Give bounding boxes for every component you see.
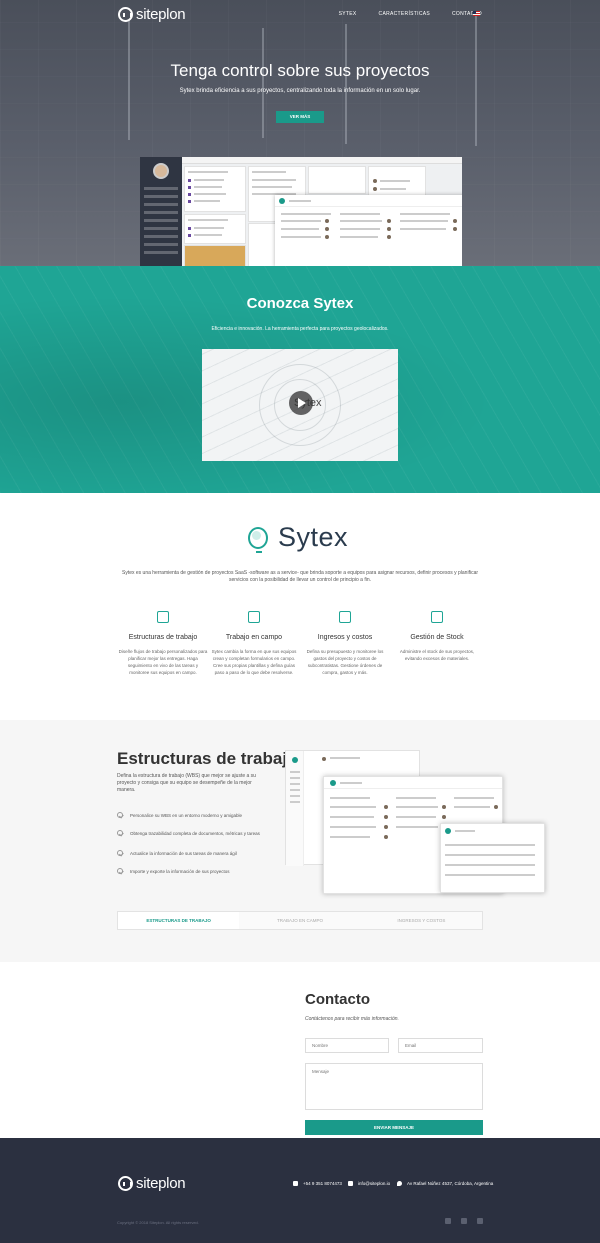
message-field[interactable]: [305, 1063, 483, 1110]
estructuras-section: Estructuras de trabajo Defina la estruct…: [0, 720, 600, 962]
nav-links: Sytex Características Contacto: [339, 11, 482, 17]
location-pin-icon: [397, 1181, 402, 1186]
estructuras-tabs: Estructuras de trabajo Trabajo en campo …: [117, 911, 483, 930]
estructuras-screenshot: [285, 748, 545, 894]
linkedin-icon[interactable]: [461, 1218, 467, 1224]
footer: siteplon +54 9 351 8074473 info@siteplon…: [0, 1138, 600, 1243]
tab-trabajo-campo[interactable]: Trabajo en campo: [239, 912, 361, 929]
conozca-title: Conozca Sytex: [246, 295, 354, 312]
conozca-subtitle: Eficiencia e innovación. La herramienta …: [211, 326, 389, 332]
money-icon: [339, 611, 351, 623]
bullet-item: Actualice la información de sus tareas d…: [117, 850, 237, 856]
send-message-button[interactable]: Enviar mensaje: [305, 1120, 483, 1135]
feature-ingresos-costos: Ingresos y costos Defina su presupuesto …: [300, 611, 390, 676]
nav-link-caracteristicas[interactable]: Características: [379, 11, 430, 17]
estructuras-title: Estructuras de trabajo: [117, 749, 298, 768]
footer-logo[interactable]: siteplon: [118, 1175, 186, 1192]
name-field[interactable]: [305, 1038, 389, 1053]
check-circle-icon: [117, 812, 123, 818]
sytex-brand: Sytex: [248, 522, 348, 553]
cart-icon: [431, 611, 443, 623]
phone-icon: [293, 1181, 298, 1186]
app-sidebar: [140, 157, 182, 266]
estructuras-description: Defina la estructura de trabajo (WBS) qu…: [117, 773, 256, 793]
play-icon[interactable]: [289, 391, 313, 415]
about-description: Sytex es una herramienta de gestión de p…: [121, 570, 479, 583]
conozca-section: Conozca Sytex Eficiencia e innovación. L…: [0, 266, 600, 493]
feature-trabajo-campo: Trabajo en campo Sytex cambia la forma e…: [209, 611, 299, 676]
ver-mas-button[interactable]: Ver más: [276, 111, 324, 123]
hero-subtitle: Sytex brinda eficiencia a sus proyectos,…: [179, 88, 421, 94]
tower-silhouette: [262, 28, 264, 138]
feature-stock: Gestión de Stock Administre el stock de …: [392, 611, 482, 662]
copyright: Copyright © 2018 Siteplon. All rights re…: [117, 1220, 199, 1225]
check-circle-icon: [117, 868, 123, 874]
language-flag-icon[interactable]: [473, 11, 480, 16]
twitter-icon[interactable]: [445, 1218, 451, 1224]
hero-title: Tenga control sobre sus proyectos: [170, 61, 430, 80]
task-modal: [275, 195, 462, 266]
tab-ingresos-costos[interactable]: Ingresos y costos: [360, 912, 482, 929]
bullet-item: Importe y exporte la información de sus …: [117, 868, 230, 874]
contact-subtitle: Contáctenos para recibir más información…: [305, 1016, 399, 1022]
contact-title: Contacto: [305, 991, 370, 1008]
footer-phone[interactable]: +54 9 351 8074473: [293, 1181, 342, 1186]
siteplon-logo-icon: [118, 7, 133, 22]
footer-email[interactable]: info@siteplon.io: [348, 1181, 390, 1186]
check-circle-icon: [117, 850, 123, 856]
app-screenshot: [140, 157, 462, 266]
nav-link-sytex[interactable]: Sytex: [339, 11, 357, 17]
bullet-item: Obtenga trazabilidad completa de documen…: [117, 830, 260, 836]
email-field[interactable]: [398, 1038, 483, 1053]
camera-icon: [248, 611, 260, 623]
tower-silhouette: [345, 24, 347, 144]
feature-estructuras: Estructuras de trabajo Diseñe flujos de …: [118, 611, 208, 676]
tab-estructuras[interactable]: Estructuras de trabajo: [118, 912, 240, 929]
mail-icon: [348, 1181, 353, 1186]
avatar: [153, 163, 169, 179]
hero-section: siteplon Sytex Características Contacto …: [0, 0, 600, 266]
instagram-icon[interactable]: [477, 1218, 483, 1224]
bullet-item: Personalice su WBS en un entorno moderno…: [117, 812, 242, 818]
check-circle-icon: [117, 830, 123, 836]
tower-silhouette: [475, 16, 477, 146]
intro-video[interactable]: Sytex: [202, 349, 398, 461]
about-section: Sytex Sytex es una herramienta de gestió…: [0, 493, 600, 720]
sytex-logo-icon: [248, 526, 268, 553]
siteplon-logo[interactable]: siteplon: [118, 6, 186, 23]
contact-section: Contacto Contáctenos para recibir más in…: [0, 962, 600, 1138]
siteplon-logo-icon: [118, 1176, 133, 1191]
top-nav: siteplon Sytex Características Contacto: [0, 0, 600, 30]
footer-address: Av Rafael Núñez 4537, Córdoba, Argentina: [397, 1181, 493, 1186]
edit-icon: [157, 611, 169, 623]
